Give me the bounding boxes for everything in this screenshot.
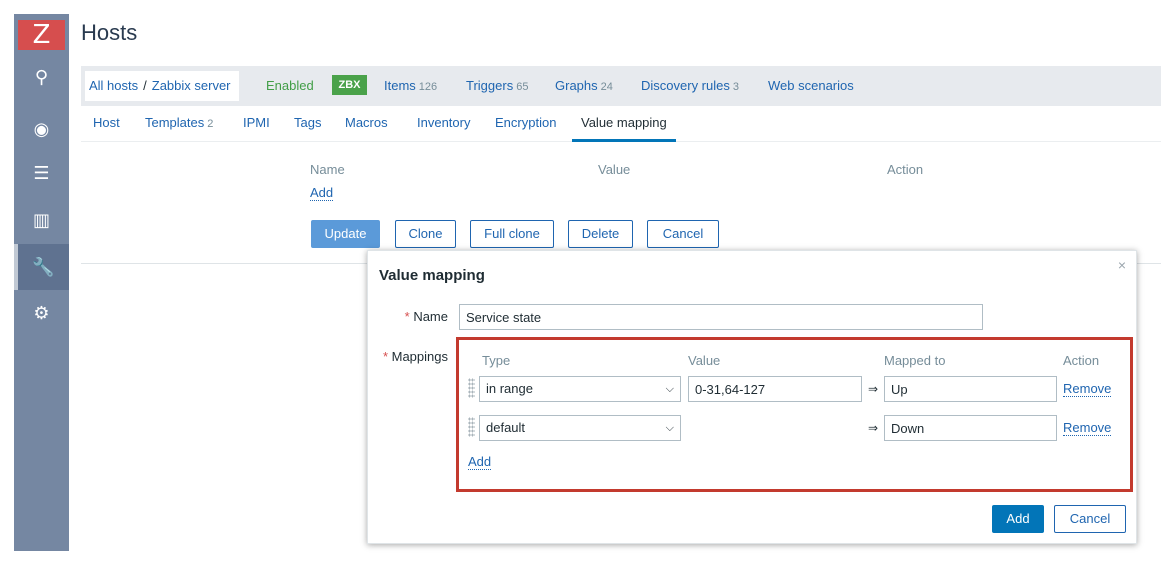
clone-button[interactable]: Clone — [395, 220, 456, 248]
column-name: Name — [310, 162, 345, 177]
dialog-title: Value mapping — [379, 267, 485, 284]
header-action: Action — [1063, 353, 1100, 368]
mapping-type-select[interactable]: in range ⌵ — [479, 376, 681, 402]
required-mark: * — [382, 349, 388, 364]
templates-count: 2 — [207, 118, 214, 130]
tab-inventory[interactable]: Inventory — [417, 106, 470, 142]
mapped-to-input[interactable] — [884, 376, 1057, 402]
mappings-label: * Mappings — [378, 349, 448, 364]
add-mapping-link[interactable]: Add — [468, 454, 492, 470]
maps-to-arrow-icon: ⇒ — [868, 421, 879, 435]
sidebar: Z ⚲ ◉ ☰ ▥ 🔧 ⚙ — [14, 14, 69, 551]
breadcrumb-all-hosts[interactable]: All hosts — [89, 78, 138, 93]
host-tabs: Host Templates 2 IPMI Tags Macros Invento… — [81, 106, 1161, 142]
add-value-map-link[interactable]: Add — [310, 185, 334, 201]
remove-link[interactable]: Remove — [1063, 420, 1112, 436]
mappings-label-text: Mappings — [391, 349, 448, 364]
breadcrumb-host-name[interactable]: Zabbix server — [152, 78, 231, 93]
breadcrumb-separator: / — [143, 78, 147, 93]
tab-value-mapping[interactable]: Value mapping — [572, 106, 676, 142]
name-label: * Name — [404, 309, 448, 324]
eye-icon[interactable]: ◉ — [14, 110, 69, 148]
graphs-count: 24 — [600, 81, 613, 93]
tab-ipmi[interactable]: IPMI — [243, 106, 270, 142]
tab-host[interactable]: Host — [93, 106, 120, 142]
drag-handle-icon[interactable] — [468, 417, 475, 437]
required-mark: * — [404, 309, 410, 324]
delete-button[interactable]: Delete — [568, 220, 633, 248]
value-mapping-dialog: Value mapping × * Name * Mappings Type V… — [367, 250, 1137, 544]
wrench-icon[interactable]: 🔧 — [14, 244, 69, 290]
gear-icon[interactable]: ⚙ — [14, 294, 69, 332]
header-mapped-to: Mapped to — [884, 353, 946, 368]
triggers-label: Triggers — [466, 78, 514, 93]
update-button[interactable]: Update — [311, 220, 380, 248]
remove-link[interactable]: Remove — [1063, 381, 1112, 397]
search-icon[interactable]: ⚲ — [14, 58, 69, 96]
cancel-button[interactable]: Cancel — [647, 220, 719, 248]
column-value: Value — [598, 162, 631, 177]
maps-to-arrow-icon: ⇒ — [868, 382, 879, 396]
header-value: Value — [688, 353, 721, 368]
breadcrumb-items[interactable]: Items 126 — [384, 66, 437, 106]
mapping-type-select[interactable]: default ⌵ — [479, 415, 681, 441]
templates-label: Templates — [145, 115, 205, 130]
items-label: Items — [384, 78, 416, 93]
dialog-add-button[interactable]: Add — [992, 505, 1044, 533]
dialog-cancel-button[interactable]: Cancel — [1054, 505, 1126, 533]
tab-macros[interactable]: Macros — [345, 106, 388, 142]
list-icon[interactable]: ☰ — [14, 154, 69, 192]
value-mapping-list: Name Value Action Add Update Clone Full … — [81, 142, 1161, 264]
mapped-to-input[interactable] — [884, 415, 1057, 441]
breadcrumb-discovery-rules[interactable]: Discovery rules 3 — [641, 66, 739, 106]
graphs-label: Graphs — [555, 78, 598, 93]
zabbix-logo[interactable]: Z — [18, 20, 65, 50]
items-count: 126 — [418, 81, 438, 93]
breadcrumb-web-scenarios[interactable]: Web scenarios — [768, 66, 854, 106]
name-input[interactable] — [459, 304, 983, 330]
breadcrumb: All hosts / Zabbix server Enabled Items 126… — [81, 66, 1161, 106]
breadcrumb-graphs[interactable]: Graphs 24 — [555, 66, 613, 106]
zabbix-page: Z ⚲ ◉ ☰ ▥ 🔧 ⚙ Hosts All hosts / Zabbix ser… — [0, 0, 1171, 571]
breadcrumb-triggers[interactable]: Triggers 65 — [466, 66, 528, 106]
tab-tags[interactable]: Tags — [294, 106, 321, 142]
drag-handle-icon[interactable] — [468, 378, 475, 398]
page-title: Hosts — [81, 20, 138, 45]
zbx-availability-badge: ZBX — [332, 75, 367, 95]
tab-templates[interactable]: Templates 2 — [145, 106, 213, 142]
reports-icon[interactable]: ▥ — [14, 201, 69, 239]
name-label-text: Name — [413, 309, 448, 324]
chevron-down-icon: ⌵ — [665, 422, 674, 434]
full-clone-button[interactable]: Full clone — [470, 220, 554, 248]
tab-encryption[interactable]: Encryption — [495, 106, 556, 142]
close-icon[interactable]: × — [1118, 257, 1126, 273]
triggers-count: 65 — [516, 81, 529, 93]
mapping-type-value: in range — [486, 381, 533, 396]
mapping-type-value: default — [486, 420, 526, 435]
mappings-table: Type Value Mapped to Action in range⌵ ⇒ … — [456, 337, 1133, 492]
discovery-label: Discovery rules — [641, 78, 730, 93]
mapping-value-input[interactable] — [688, 376, 862, 402]
breadcrumb-host: All hosts / Zabbix server — [85, 71, 239, 101]
column-action: Action — [887, 162, 924, 177]
host-status-enabled[interactable]: Enabled — [266, 66, 314, 106]
chevron-down-icon: ⌵ — [665, 383, 674, 395]
header-type: Type — [482, 353, 511, 368]
discovery-count: 3 — [732, 81, 739, 93]
